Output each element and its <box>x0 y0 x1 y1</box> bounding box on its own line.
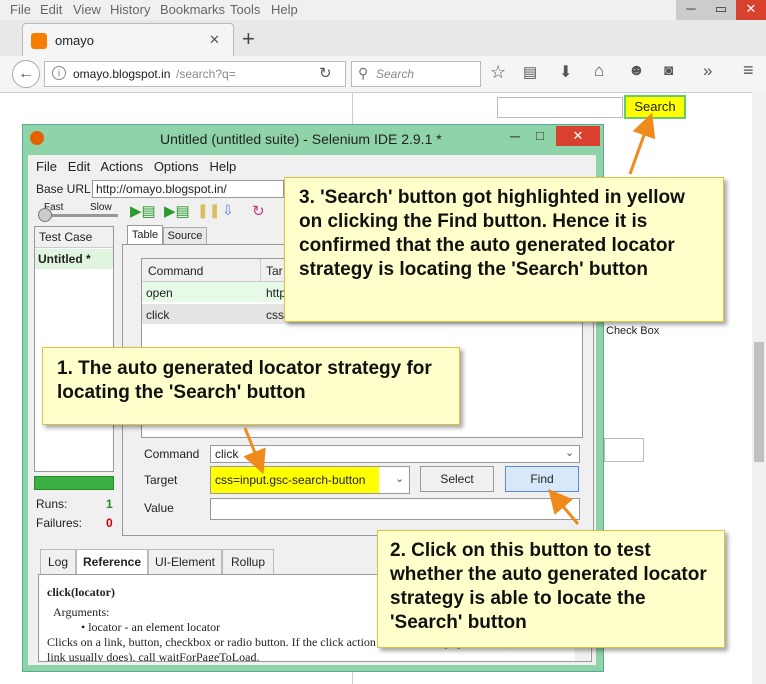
arrow-callout-3 <box>628 112 656 175</box>
arrow-callout-1 <box>243 427 266 475</box>
arrow-callout-2 <box>548 488 580 525</box>
annotation-arrows <box>243 112 656 525</box>
